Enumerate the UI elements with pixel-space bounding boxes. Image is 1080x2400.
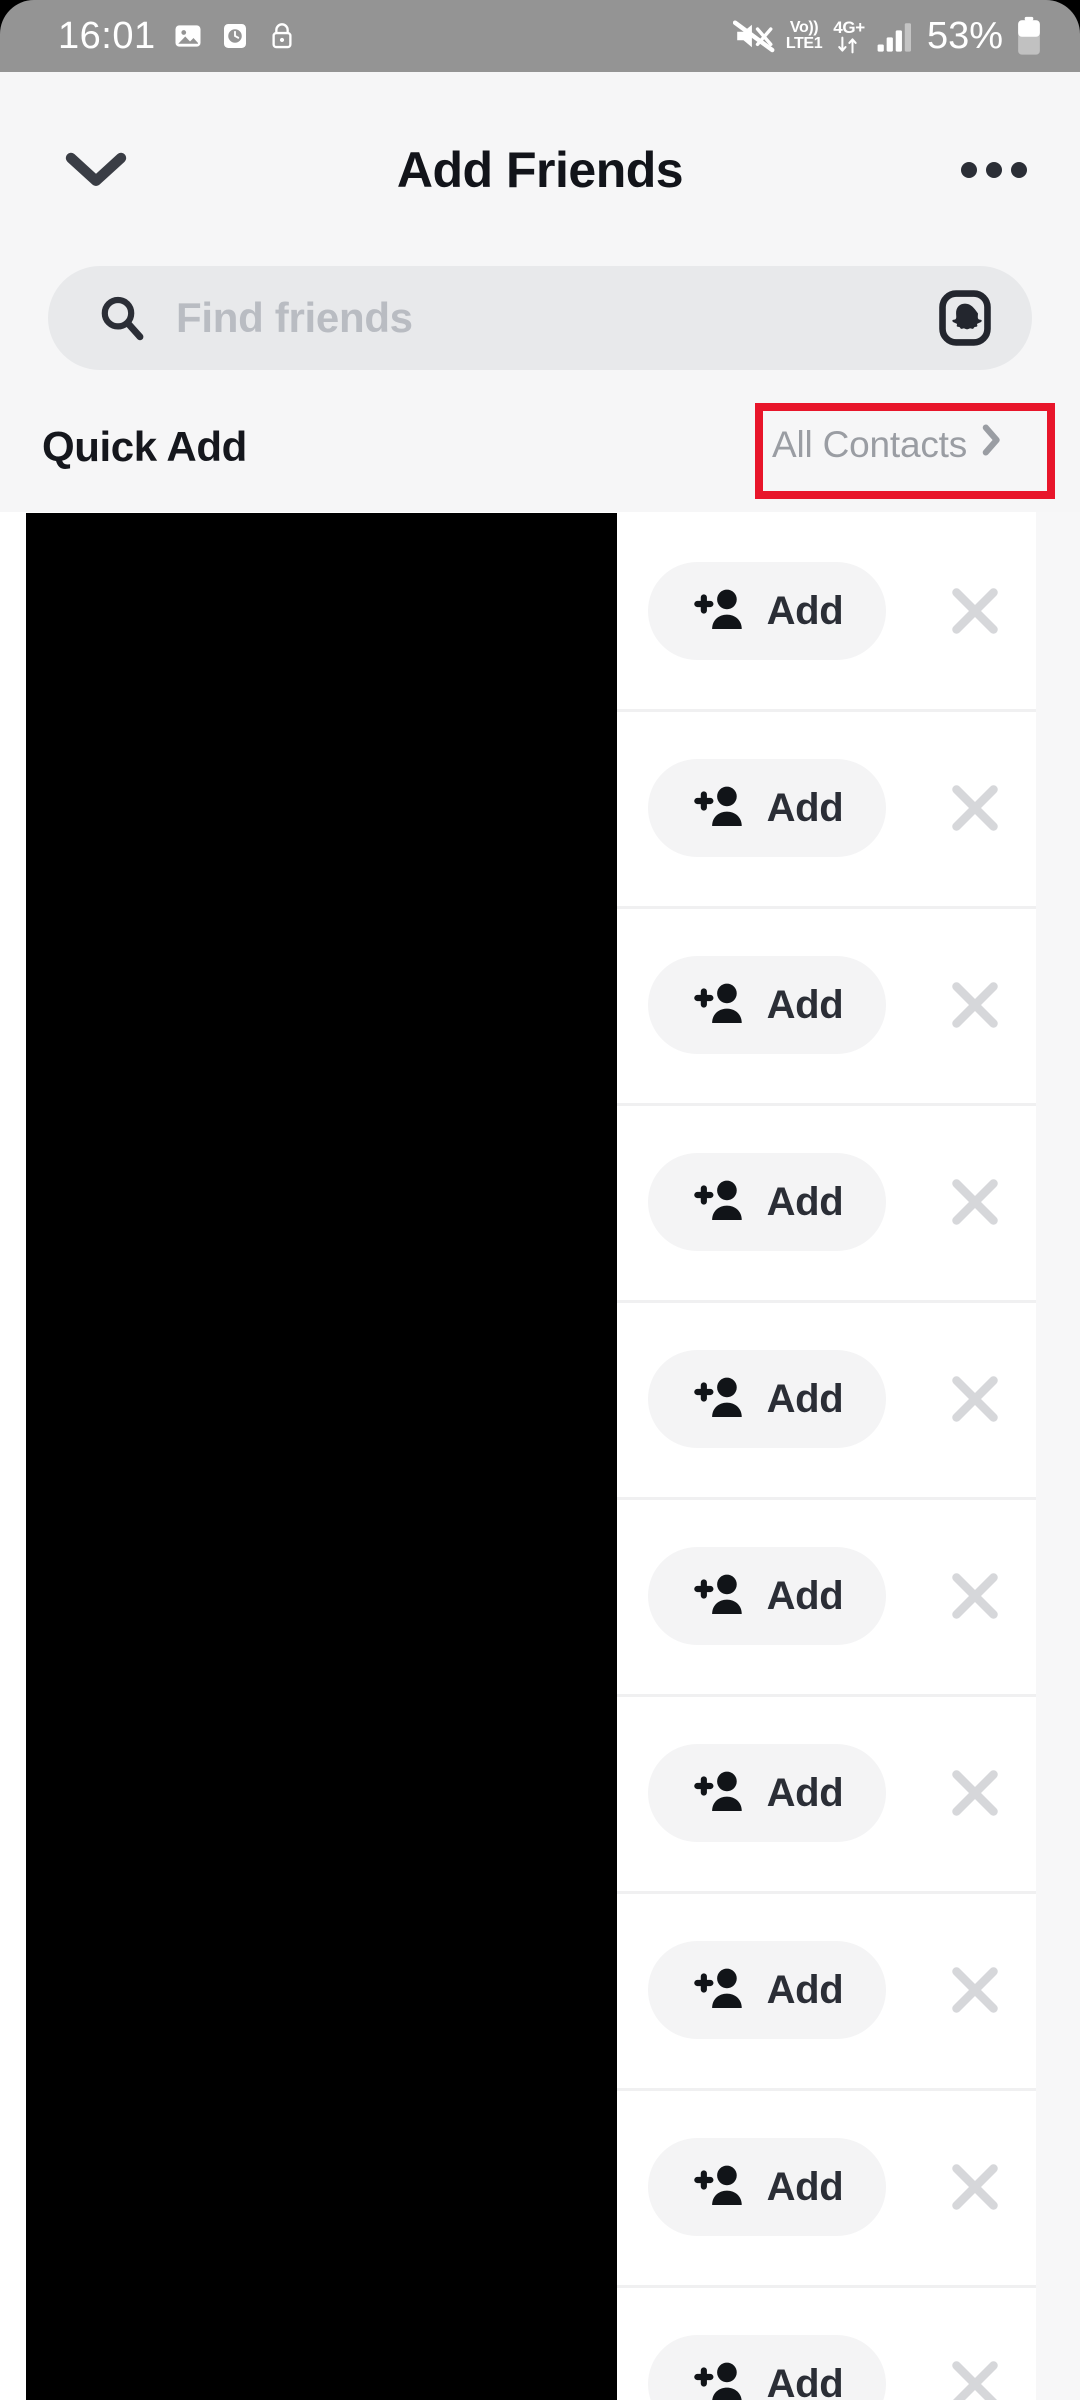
person-add-icon [691,978,749,1033]
close-x-icon[interactable] [942,1366,1008,1432]
person-add-icon [691,1175,749,1230]
phone-screen: 16:01 Vo)) LTE1 4G+ 53% Add Friends Find… [0,0,1080,2400]
add-friend-button[interactable]: Add [648,562,886,660]
menu-dot [986,162,1002,178]
mute-icon [732,19,775,53]
person-add-icon [691,1766,749,1821]
close-x-icon[interactable] [942,1563,1008,1629]
add-friend-button[interactable]: Add [648,1744,886,1842]
all-contacts-label: All Contacts [772,423,968,465]
battery-icon [1014,16,1044,56]
add-friend-button[interactable]: Add [648,2138,886,2236]
person-add-icon [691,2357,749,2400]
chevron-right-icon [981,423,1003,466]
add-button-label: Add [766,1770,844,1815]
screen-corner-left [0,0,34,34]
add-friend-button[interactable]: Add [648,1941,886,2039]
page-title: Add Friends [396,142,684,198]
status-bar: 16:01 Vo)) LTE1 4G+ 53% [0,0,1080,72]
list-right-gutter [1036,512,1080,2400]
add-button-label: Add [766,1376,844,1421]
add-button-label: Add [766,588,844,633]
add-button-label: Add [766,2164,844,2209]
data-arrows-icon [835,36,861,54]
person-add-icon [691,2160,749,2215]
person-add-icon [691,781,749,836]
three-dots-icon[interactable] [954,146,1034,194]
add-friend-button[interactable]: Add [648,2335,886,2400]
close-x-icon[interactable] [942,1957,1008,2023]
add-friend-button[interactable]: Add [648,1350,886,1448]
navigation-bar: Add Friends [0,120,1080,220]
search-icon [96,292,148,344]
add-button-label: Add [766,2361,844,2400]
lock-icon [267,20,297,52]
close-x-icon[interactable] [942,1760,1008,1826]
status-bar-left: 16:01 [58,17,297,55]
close-x-icon[interactable] [942,1169,1008,1235]
battery-percent-label: 53% [926,15,1003,57]
close-x-icon[interactable] [942,2154,1008,2220]
image-icon [173,21,203,51]
add-friend-button[interactable]: Add [648,1153,886,1251]
clock-icon [220,21,250,51]
close-x-icon[interactable] [942,972,1008,1038]
add-button-label: Add [766,1967,844,2012]
person-add-icon [691,1569,749,1624]
menu-dot [961,162,977,178]
close-x-icon[interactable] [942,775,1008,841]
person-add-icon [691,1372,749,1427]
add-button-label: Add [766,785,844,830]
close-x-icon[interactable] [942,578,1008,644]
add-friend-button[interactable]: Add [648,1547,886,1645]
close-x-icon[interactable] [942,2351,1008,2400]
network-type-indicator: 4G+ [833,19,865,54]
signal-bars-icon [876,19,916,53]
all-contacts-link[interactable]: All Contacts [772,423,1003,466]
status-bar-right: Vo)) LTE1 4G+ 53% [732,15,1044,57]
add-button-label: Add [766,1179,844,1224]
black-redaction-overlay [26,513,617,2400]
volte-indicator: Vo)) LTE1 [785,19,823,52]
status-bar-clock: 16:01 [58,15,156,57]
search-bar[interactable] [48,266,1032,370]
add-friend-button[interactable]: Add [648,759,886,857]
search-input[interactable] [148,294,930,342]
add-friend-button[interactable]: Add [648,956,886,1054]
section-header: Quick Add All Contacts [0,405,1080,505]
quick-add-title: Quick Add [42,423,247,470]
screen-corner-right [1046,0,1080,34]
menu-dot [1011,162,1027,178]
person-add-icon [691,1963,749,2018]
snapcode-scan-icon[interactable] [930,283,1000,353]
person-add-icon [691,584,749,639]
add-button-label: Add [766,1573,844,1618]
add-button-label: Add [766,982,844,1027]
chevron-down-icon[interactable] [60,142,132,198]
